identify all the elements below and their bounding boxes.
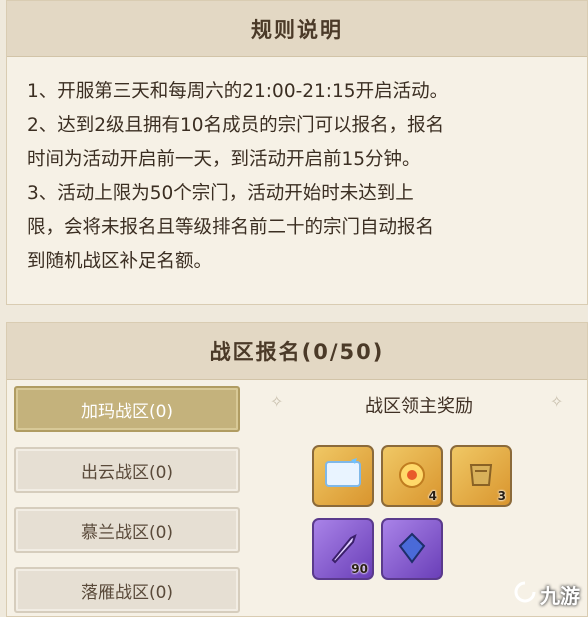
rules-body: 1、开服第三天和每周六的21:00-21:15开启活动。 2、达到2级且拥有10… [7,57,587,279]
rule-line: 到随机战区补足名额。 [27,251,213,272]
reward-title: 战区领主奖励 [365,396,473,417]
rule-line: 1、开服第三天和每周六的21:00-21:15开启活动。 [27,81,449,102]
rule-line: 时间为活动开启前一天，到活动开启前15分钟。 [27,149,421,170]
reward-item[interactable]: 3 [450,445,512,507]
reward-item[interactable] [312,445,374,507]
watermark-text: 九游 [540,584,580,608]
card-frame-icon [314,457,372,499]
watermark: 九游 [514,580,580,609]
zone-button-mulan[interactable]: 慕兰战区(0) [14,507,240,553]
item-count: 4 [428,489,437,503]
rules-title: 规则说明 [251,17,343,42]
sparkle-left-icon: ✧ [270,392,284,411]
zone-button-luoyan[interactable]: 落雁战区(0) [14,567,240,613]
rules-panel: 规则说明 1、开服第三天和每周六的21:00-21:15开启活动。 2、达到2级… [6,0,588,305]
reward-item[interactable] [381,518,443,580]
registration-header: 战区报名(0/50) [7,323,587,380]
jiuyou-logo-icon [514,581,536,608]
item-count: 90 [351,562,368,576]
sparkle-right-icon: ✧ [550,392,564,411]
rule-line: 限，会将未报名且等级排名前二十的宗门自动报名 [27,217,435,238]
registration-title: 战区报名(0/50) [209,340,385,364]
rule-line: 2、达到2级且拥有10名成员的宗门可以报名，报名 [27,115,445,136]
reward-item[interactable]: 4 [381,445,443,507]
item-count: 3 [497,489,506,503]
rules-header: 规则说明 [7,1,587,57]
rule-line: 3、活动上限为50个宗门，活动开始时未达到上 [27,183,414,204]
zone-button-chuyun[interactable]: 出云战区(0) [14,447,240,493]
reward-item[interactable]: 90 [312,518,374,580]
zone-button-jiama[interactable]: 加玛战区(0) [14,386,240,432]
blue-crystal-icon [383,530,441,574]
